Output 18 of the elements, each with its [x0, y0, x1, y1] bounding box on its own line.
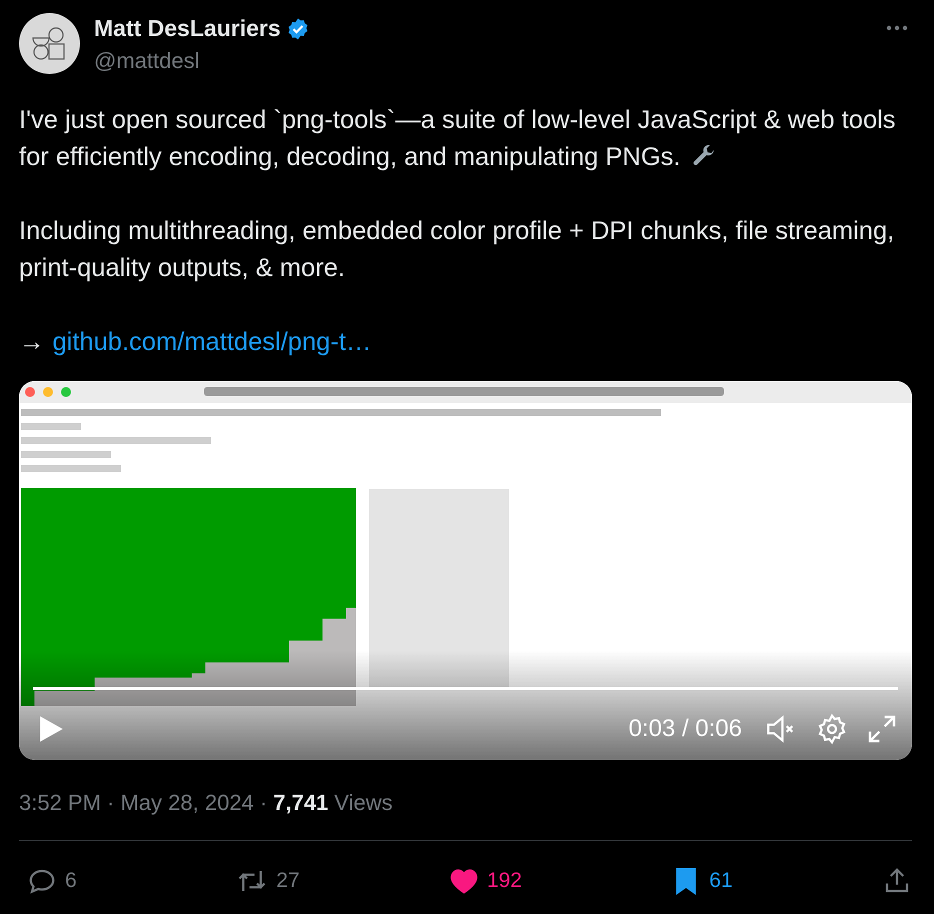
fullscreen-button[interactable]: [866, 713, 898, 745]
settings-button[interactable]: [816, 713, 848, 745]
views-label: Views: [334, 790, 393, 816]
avatar[interactable]: [19, 13, 80, 74]
arrow-text: →: [19, 327, 44, 358]
repost-button[interactable]: 27: [236, 866, 300, 896]
author-handle[interactable]: @mattdesl: [94, 48, 868, 74]
bookmark-button[interactable]: 61: [671, 865, 733, 897]
like-button[interactable]: 192: [448, 866, 522, 896]
tweet-paragraph: I've just open sourced `png-tools`—a suite of low-level JavaScript & web tools for efficiently encoding, decoding, and manipulating PNGs.: [19, 105, 897, 173]
more-icon: [886, 25, 908, 31]
tweet-timestamp[interactable]: 3:52 PM · May 28, 2024 ·: [19, 790, 268, 816]
reply-button[interactable]: 6: [27, 866, 87, 896]
author-name[interactable]: Matt DesLauriers: [94, 15, 281, 42]
views-count: 7,741: [273, 790, 328, 816]
tweet-link[interactable]: github.com/mattdesl/png-t…: [52, 324, 372, 361]
tweet-paragraph: Including multithreading, embedded color profile + DPI chunks, file streaming, print-quality outputs, & more.: [19, 216, 896, 284]
video-time: 0:03 / 0:06: [628, 715, 742, 743]
